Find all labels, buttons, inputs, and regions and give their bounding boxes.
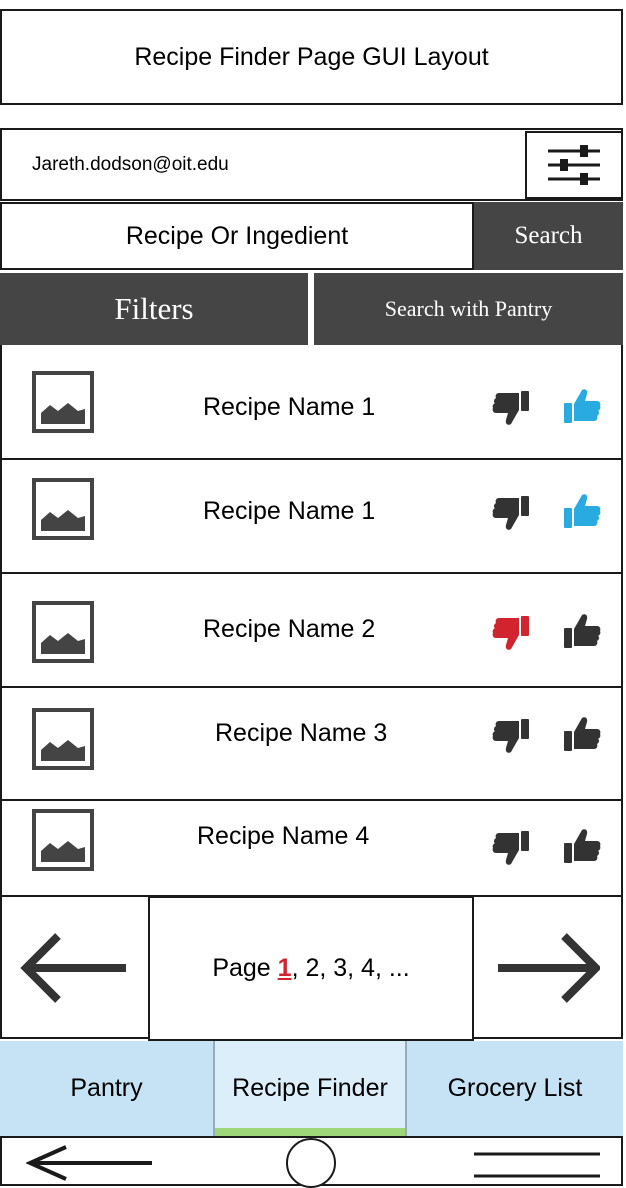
other-pages[interactable]: , 2, 3, 4, ...	[292, 954, 410, 983]
arrow-left-icon[interactable]	[20, 932, 128, 1004]
recipe-name[interactable]: Recipe Name 3	[215, 719, 387, 748]
page-prefix: Page	[212, 954, 278, 982]
thumbs-down-icon[interactable]	[491, 613, 531, 653]
thumbs-up-icon[interactable]	[562, 714, 602, 754]
page-indicator: Page 1, 2, 3, 4, ...	[148, 896, 474, 1041]
tab-pantry[interactable]: Pantry	[0, 1041, 213, 1136]
thumbs-down-icon[interactable]	[491, 716, 531, 756]
recipe-row[interactable]: Recipe Name 4	[0, 801, 623, 897]
arrow-right-icon[interactable]	[496, 932, 600, 1004]
thumbs-down-icon[interactable]	[491, 388, 531, 428]
search-input[interactable]: Recipe Or Ingedient	[0, 202, 474, 270]
image-placeholder-icon	[32, 708, 94, 770]
thumbs-up-icon[interactable]	[562, 386, 602, 426]
menu-lines-icon[interactable]	[474, 1150, 600, 1180]
search-with-pantry-button[interactable]: Search with Pantry	[314, 273, 623, 345]
thumbs-up-icon[interactable]	[562, 611, 602, 651]
current-page[interactable]: 1	[278, 954, 292, 983]
settings-button[interactable]	[525, 131, 623, 199]
image-placeholder-icon	[32, 809, 94, 871]
image-placeholder-icon	[32, 601, 94, 663]
recipe-name[interactable]: Recipe Name 1	[203, 497, 375, 526]
tab-recipe-finder[interactable]: Recipe Finder	[213, 1041, 407, 1136]
sliders-icon	[548, 145, 600, 185]
image-placeholder-icon	[32, 478, 94, 540]
tab-grocery-list[interactable]: Grocery List	[407, 1041, 623, 1136]
recipe-name[interactable]: Recipe Name 1	[203, 393, 375, 422]
recipe-name[interactable]: Recipe Name 4	[197, 822, 369, 851]
back-arrow-icon[interactable]	[26, 1143, 154, 1183]
image-placeholder-icon	[32, 371, 94, 433]
recipe-row[interactable]: Recipe Name 3	[0, 688, 623, 801]
search-button[interactable]: Search	[474, 202, 623, 270]
page-title: Recipe Finder Page GUI Layout	[0, 9, 623, 105]
thumbs-up-icon[interactable]	[562, 826, 602, 866]
user-email: Jareth.dodson@oit.edu	[32, 153, 229, 175]
recipe-row[interactable]: Recipe Name 2	[0, 574, 623, 688]
recipe-row[interactable]: Recipe Name 1	[0, 345, 623, 460]
thumbs-down-icon[interactable]	[491, 493, 531, 533]
thumbs-down-icon[interactable]	[491, 828, 531, 868]
recipe-row[interactable]: Recipe Name 1	[0, 460, 623, 574]
thumbs-up-icon[interactable]	[562, 491, 602, 531]
home-button[interactable]	[286, 1138, 336, 1188]
recipe-name[interactable]: Recipe Name 2	[203, 615, 375, 644]
filters-button[interactable]: Filters	[0, 273, 308, 345]
